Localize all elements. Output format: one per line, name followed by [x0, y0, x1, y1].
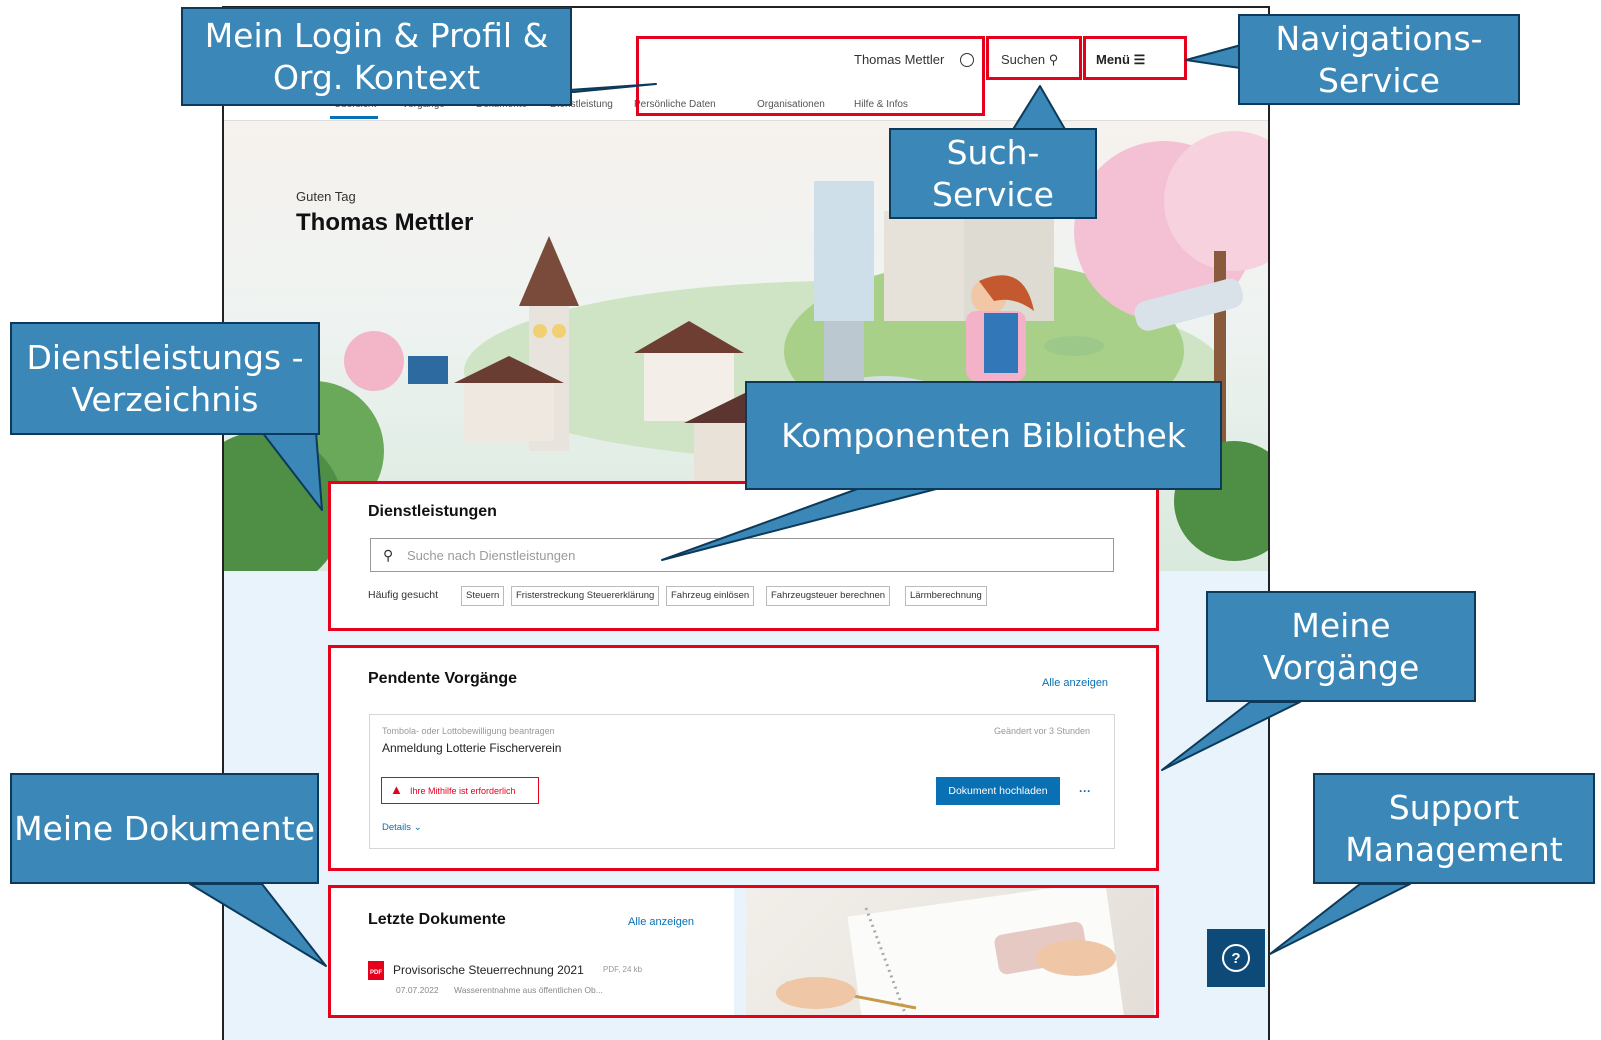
- callout-search-text: Such-Service: [932, 133, 1054, 214]
- callout-login: Mein Login & Profil & Org. Kontext: [181, 7, 572, 106]
- callout-support: Support Management: [1313, 773, 1595, 884]
- callout-search: Such-Service: [889, 128, 1097, 219]
- callout-components-text: Komponenten Bibliothek: [781, 415, 1186, 455]
- callout-components: Komponenten Bibliothek: [745, 381, 1222, 490]
- callout-processes-text: Meine Vorgänge: [1262, 606, 1420, 687]
- callout-login-text: Mein Login & Profil & Org. Kontext: [204, 16, 549, 97]
- callout-support-text: Support Management: [1345, 788, 1563, 869]
- callout-navigation: Navigations-Service: [1238, 14, 1520, 105]
- callout-navigation-text: Navigations-Service: [1275, 19, 1483, 100]
- callout-documents: Meine Dokumente: [10, 773, 319, 884]
- callout-directory: Dienstleistungs - Verzeichnis: [10, 322, 320, 435]
- callout-documents-text: Meine Dokumente: [14, 808, 315, 848]
- callout-directory-text: Dienstleistungs - Verzeichnis: [26, 338, 304, 419]
- callout-processes: Meine Vorgänge: [1206, 591, 1476, 702]
